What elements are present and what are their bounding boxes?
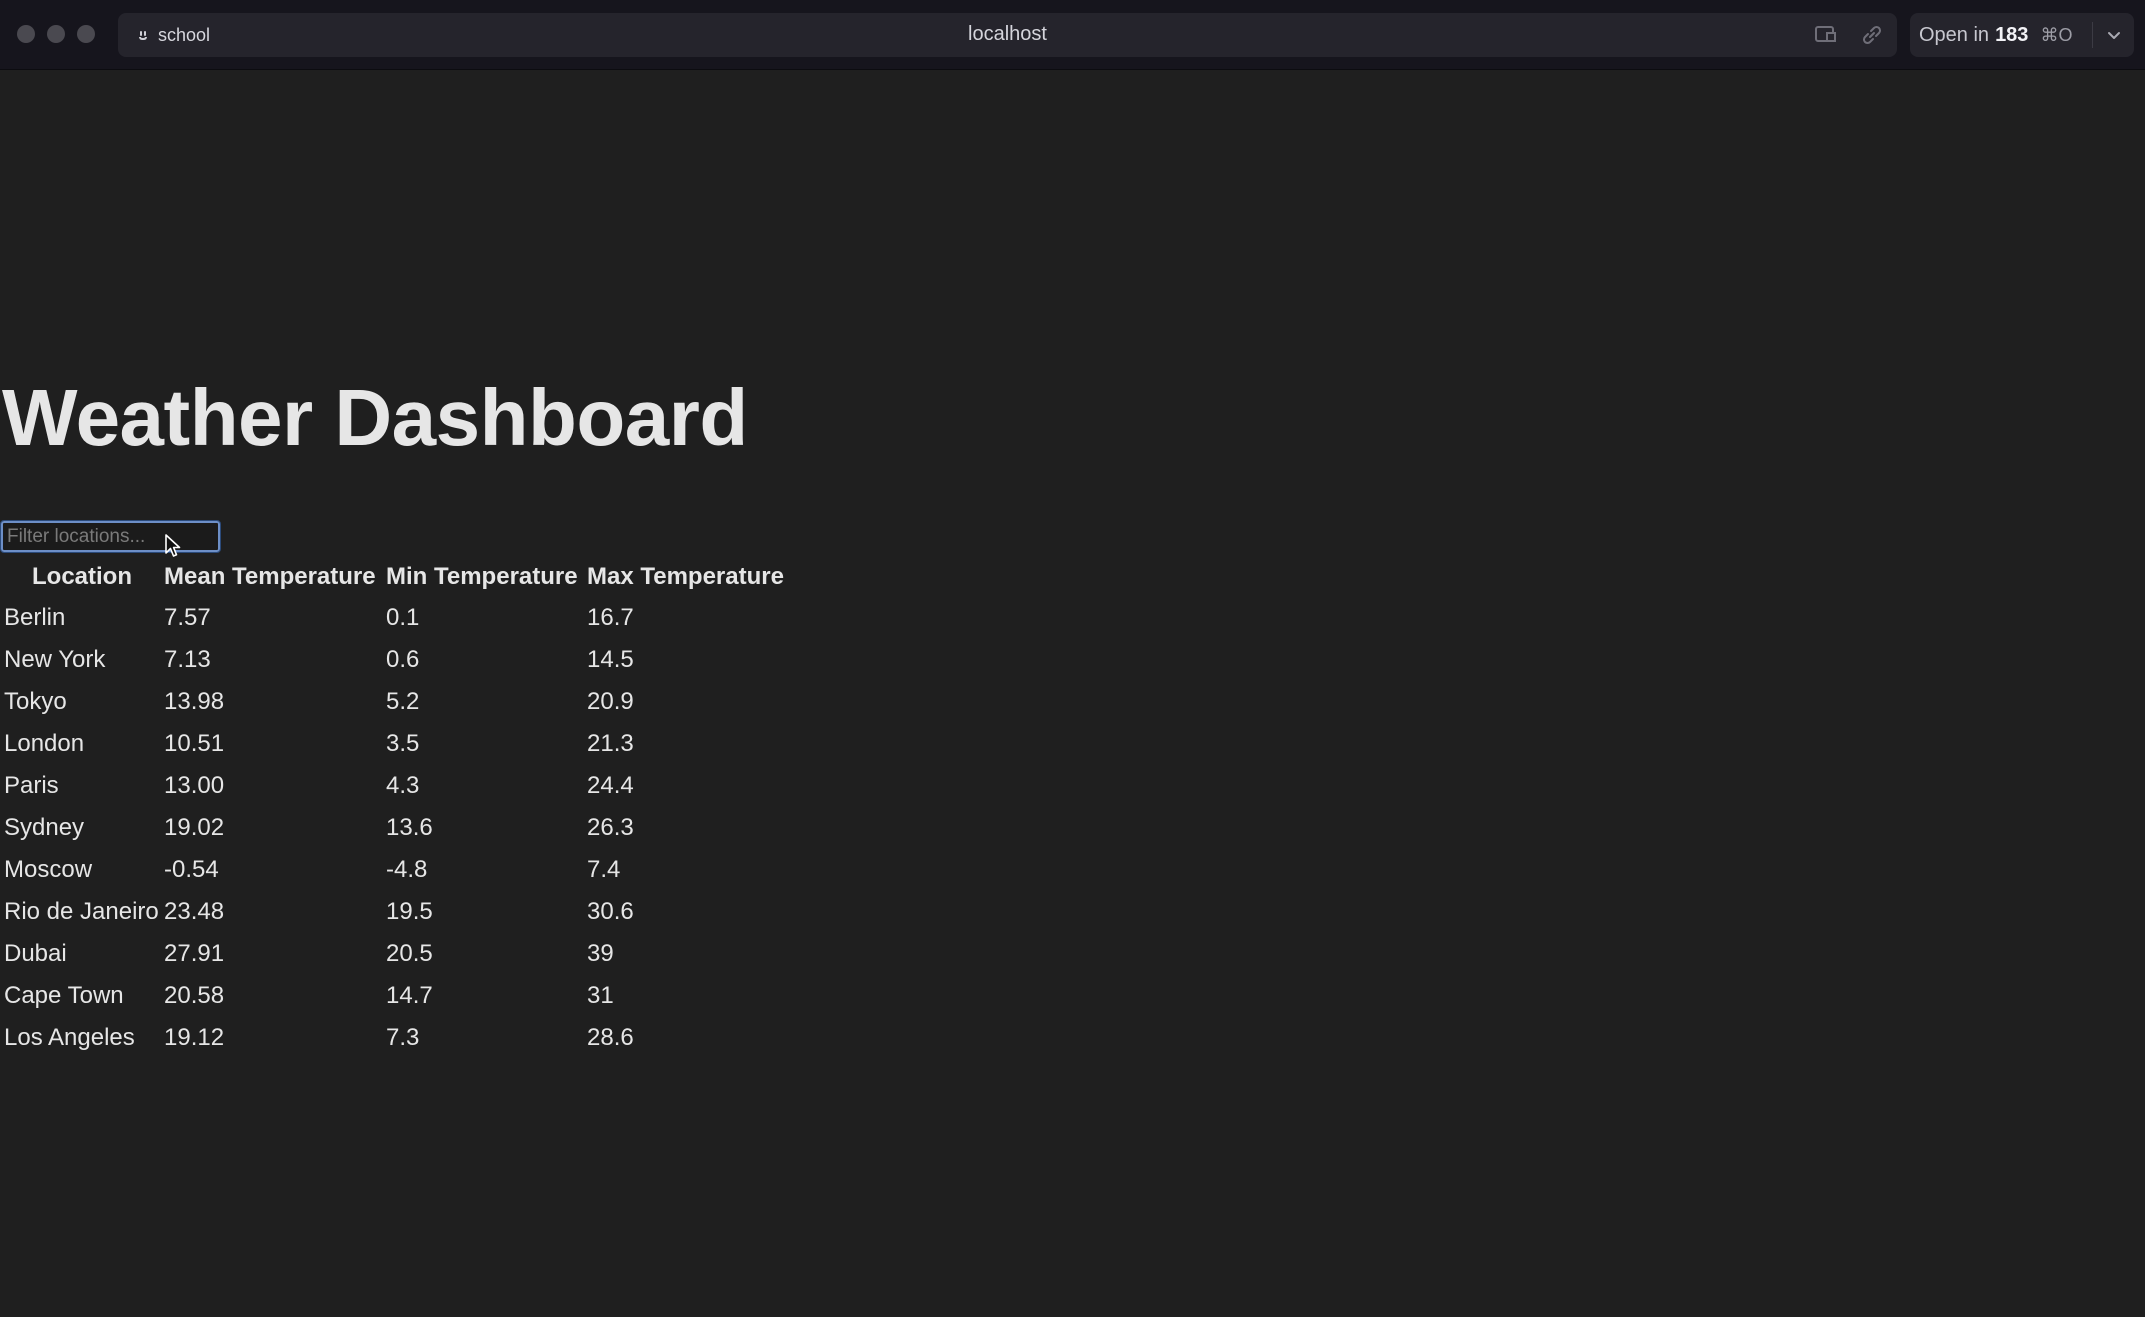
cell-max: 24.4 xyxy=(587,772,634,799)
mouse-pointer-icon xyxy=(164,533,182,559)
table-row: New York 7.13 0.6 14.5 xyxy=(3,639,786,681)
column-header-max-temperature[interactable]: Max Temperature xyxy=(586,557,786,597)
cell-max: 28.6 xyxy=(587,1024,634,1051)
cell-mean: 10.51 xyxy=(164,730,225,757)
cell-location: London xyxy=(4,730,85,757)
cell-mean: 27.91 xyxy=(164,940,225,967)
cell-mean: 23.48 xyxy=(164,898,225,925)
cell-max: 7.4 xyxy=(587,856,621,883)
cell-mean: 19.12 xyxy=(164,1024,225,1051)
cell-min: 0.6 xyxy=(386,646,420,673)
window-minimize-button[interactable] xyxy=(47,25,65,43)
cell-min: 3.5 xyxy=(386,730,420,757)
link-icon[interactable] xyxy=(1860,24,1884,46)
column-header-min-temperature[interactable]: Min Temperature xyxy=(385,557,584,597)
cell-max: 20.9 xyxy=(587,688,634,715)
cell-location: Los Angeles xyxy=(4,1024,135,1051)
open-in-count: 183 xyxy=(1995,23,2029,46)
window-zoom-button[interactable] xyxy=(77,25,95,43)
table-row: Moscow -0.54 -4.8 7.4 xyxy=(3,849,786,891)
table-row: Paris 13.00 4.3 24.4 xyxy=(3,765,786,807)
cell-min: 20.5 xyxy=(386,940,433,967)
cell-location: Rio de Janeiro xyxy=(4,898,159,925)
cast-icon[interactable] xyxy=(1814,24,1838,46)
cell-location: Paris xyxy=(4,772,59,799)
cell-min: 19.5 xyxy=(386,898,433,925)
cell-min: -4.8 xyxy=(386,856,428,883)
cell-min: 7.3 xyxy=(386,1024,420,1051)
cell-min: 0.1 xyxy=(386,604,420,631)
divider xyxy=(2092,22,2093,48)
cell-mean: 19.02 xyxy=(164,814,225,841)
cell-max: 39 xyxy=(587,940,614,967)
cell-location: Sydney xyxy=(4,814,85,841)
table-header-row: Location Mean Temperature Min Temperatur… xyxy=(3,557,786,597)
cell-location: Dubai xyxy=(4,940,67,967)
table-row: Sydney 19.02 13.6 26.3 xyxy=(3,807,786,849)
table-row: Tokyo 13.98 5.2 20.9 xyxy=(3,681,786,723)
cell-mean: 7.13 xyxy=(164,646,211,673)
open-in-label: Open in xyxy=(1919,23,1990,46)
url-text[interactable]: localhost xyxy=(118,23,1897,46)
cell-min: 13.6 xyxy=(386,814,433,841)
open-in-shortcut: ⌘O xyxy=(2040,24,2073,45)
column-header-mean-temperature[interactable]: Mean Temperature xyxy=(163,557,383,597)
cell-max: 30.6 xyxy=(587,898,634,925)
cell-max: 16.7 xyxy=(587,604,634,631)
table-row: Rio de Janeiro 23.48 19.5 30.6 xyxy=(3,891,786,933)
cell-min: 14.7 xyxy=(386,982,433,1009)
cell-location: Moscow xyxy=(4,856,93,883)
cell-mean: -0.54 xyxy=(164,856,219,883)
cell-location: Cape Town xyxy=(4,982,124,1009)
table-row: Cape Town 20.58 14.7 31 xyxy=(3,975,786,1017)
cell-location: New York xyxy=(4,646,106,673)
cell-location: Tokyo xyxy=(4,688,67,715)
page-viewport: Weather Dashboard Location Mean Temperat… xyxy=(0,71,2145,1317)
cell-mean: 7.57 xyxy=(164,604,211,631)
cell-min: 4.3 xyxy=(386,772,420,799)
browser-titlebar: school localhost Open in 183 ⌘O xyxy=(0,0,2145,70)
table-row: Berlin 7.57 0.1 16.7 xyxy=(3,597,786,639)
cell-mean: 13.98 xyxy=(164,688,225,715)
chevron-down-icon[interactable] xyxy=(2106,27,2122,43)
address-bar[interactable]: school localhost xyxy=(118,13,1897,57)
cell-mean: 13.00 xyxy=(164,772,225,799)
page-title: Weather Dashboard xyxy=(2,373,748,462)
cell-mean: 20.58 xyxy=(164,982,225,1009)
cell-max: 21.3 xyxy=(587,730,634,757)
cell-max: 31 xyxy=(587,982,614,1009)
table-row: London 10.51 3.5 21.3 xyxy=(3,723,786,765)
filter-locations-input[interactable] xyxy=(0,520,221,553)
cell-max: 14.5 xyxy=(587,646,634,673)
window-close-button[interactable] xyxy=(17,25,35,43)
open-in-button[interactable]: Open in 183 ⌘O xyxy=(1910,13,2134,57)
table-row: Dubai 27.91 20.5 39 xyxy=(3,933,786,975)
cell-location: Berlin xyxy=(4,604,66,631)
column-header-location[interactable]: Location xyxy=(3,557,161,597)
table-row: Los Angeles 19.12 7.3 28.6 xyxy=(3,1017,786,1059)
cell-min: 5.2 xyxy=(386,688,420,715)
weather-table: Location Mean Temperature Min Temperatur… xyxy=(1,557,788,1059)
cell-max: 26.3 xyxy=(587,814,634,841)
